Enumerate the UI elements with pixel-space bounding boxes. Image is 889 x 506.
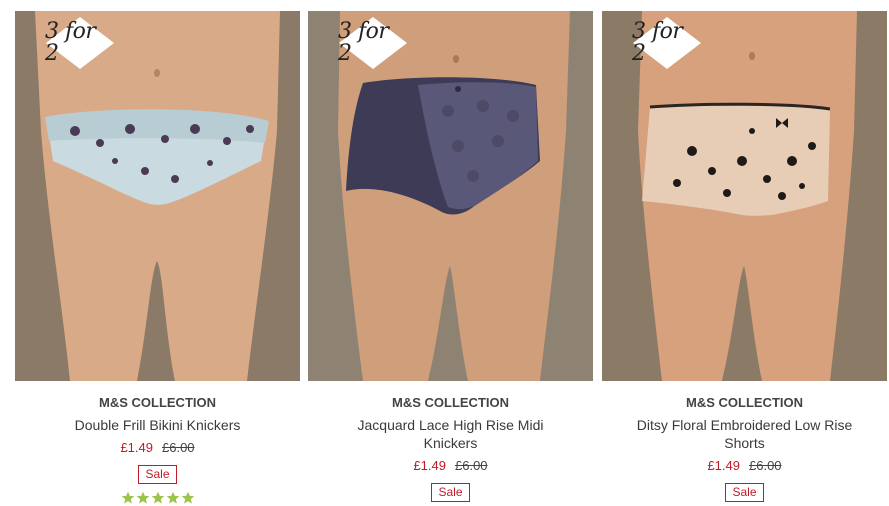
price-was: £6.00 (162, 440, 195, 455)
star-icon (136, 491, 149, 504)
promo-label: 3 for 2 (45, 19, 96, 66)
price-now: £1.49 (707, 458, 740, 473)
product-name[interactable]: Double Frill Bikini Knickers (15, 416, 300, 434)
star-icon (181, 491, 194, 504)
promo-label: 3 for 2 (632, 19, 683, 66)
sale-badge: Sale (725, 483, 764, 502)
product-image[interactable]: 3 for 2 (308, 11, 593, 381)
price-now: £1.49 (413, 458, 446, 473)
product-card: 3 for 2 M&S COLLECTION Double Frill Biki… (15, 11, 300, 506)
product-prices: £1.49 £6.00 (15, 440, 300, 456)
product-brand: M&S COLLECTION (686, 395, 803, 410)
product-prices: £1.49 £6.00 (602, 458, 887, 474)
product-card: 3 for 2 M&S COLLECTION Ditsy Floral Embr… (602, 11, 887, 502)
star-icon (166, 491, 179, 504)
product-info: M&S COLLECTION Ditsy Floral Embroidered … (602, 395, 887, 502)
sale-badge: Sale (138, 465, 177, 484)
product-brand: M&S COLLECTION (99, 395, 216, 410)
product-prices: £1.49 £6.00 (308, 458, 593, 474)
product-card: 3 for 2 M&S COLLECTION Jacquard Lace Hig… (308, 11, 593, 502)
product-image[interactable]: 3 for 2 (15, 11, 300, 381)
price-was: £6.00 (749, 458, 782, 473)
sale-badge: Sale (431, 483, 470, 502)
product-info: M&S COLLECTION Double Frill Bikini Knick… (15, 395, 300, 506)
product-name[interactable]: Jacquard Lace High Rise Midi Knickers (308, 416, 593, 452)
promo-badge: 3 for 2 (632, 16, 702, 70)
product-image[interactable]: 3 for 2 (602, 11, 887, 381)
product-info: M&S COLLECTION Jacquard Lace High Rise M… (308, 395, 593, 502)
product-brand: M&S COLLECTION (392, 395, 509, 410)
promo-label: 3 for 2 (338, 19, 389, 66)
promo-badge: 3 for 2 (45, 16, 115, 70)
star-icon (121, 491, 134, 504)
promo-badge: 3 for 2 (338, 16, 408, 70)
price-was: £6.00 (455, 458, 488, 473)
product-grid: 3 for 2 M&S COLLECTION Double Frill Biki… (15, 11, 887, 506)
product-name[interactable]: Ditsy Floral Embroidered Low Rise Shorts (602, 416, 887, 452)
price-now: £1.49 (120, 440, 153, 455)
star-icon (151, 491, 164, 504)
rating-stars[interactable] (15, 491, 300, 506)
